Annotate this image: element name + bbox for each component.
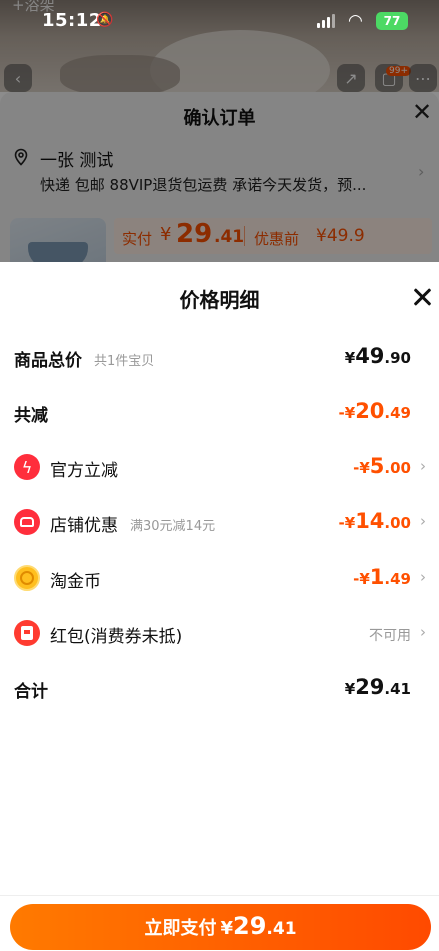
row-amount: -¥20.49	[338, 399, 411, 423]
row-official-discount[interactable]: ϟ 官方立减 -¥5.00 ›	[0, 448, 439, 488]
row-taobao-coin[interactable]: 淘金币 -¥1.49 ›	[0, 559, 439, 599]
row-total-goods: 商品总价 共1件宝贝 ¥49.90	[0, 338, 439, 378]
pay-bar: 立即支付 ¥ 29 .41	[0, 895, 439, 951]
row-status: 不可用	[369, 628, 411, 644]
pay-button-currency: ¥	[220, 918, 233, 939]
pay-button-dec: .41	[266, 919, 297, 939]
chevron-right-icon: ›	[420, 568, 426, 586]
price-detail-sheet: 价格明细 商品总价 共1件宝贝 ¥49.90 共减 -¥20.49 ϟ 官方立减…	[0, 262, 439, 951]
row-amount: ¥29.41	[344, 675, 411, 699]
row-label: 共减	[14, 406, 48, 426]
mute-bell-icon: 🔕	[96, 12, 114, 28]
red-packet-icon	[14, 620, 40, 646]
battery-icon: 77	[376, 12, 408, 30]
row-label: 红包(消费券未抵)	[50, 627, 183, 647]
row-sum: 合计 ¥29.41	[0, 669, 439, 709]
coin-icon	[14, 565, 40, 591]
pay-now-button[interactable]: 立即支付 ¥ 29 .41	[10, 904, 431, 950]
wifi-icon: ◠	[348, 11, 363, 31]
chevron-right-icon: ›	[420, 623, 426, 641]
row-hint: 共1件宝贝	[94, 354, 155, 369]
row-amount: ¥49.90	[344, 344, 411, 368]
row-label: 商品总价	[14, 351, 82, 371]
row-amount: -¥14.00	[338, 509, 411, 533]
row-shop-discount[interactable]: 店铺优惠 满30元减14元 -¥14.00 ›	[0, 503, 439, 543]
row-total-reduce: 共减 -¥20.49	[0, 393, 439, 433]
pay-button-label: 立即支付	[144, 918, 217, 939]
chevron-right-icon: ›	[420, 457, 426, 475]
signal-icon	[317, 14, 337, 28]
row-label: 店铺优惠	[50, 516, 118, 536]
sheet-title: 价格明细	[179, 288, 260, 312]
row-amount: -¥1.49	[353, 565, 411, 589]
shop-icon	[14, 509, 40, 535]
row-hint: 满30元减14元	[130, 519, 216, 534]
chevron-right-icon: ›	[420, 512, 426, 530]
row-label: 淘金币	[50, 572, 101, 592]
lightning-icon: ϟ	[14, 454, 40, 480]
pay-button-int: 29	[233, 912, 267, 940]
row-label: 官方立减	[50, 461, 118, 481]
close-icon[interactable]	[411, 286, 433, 308]
row-label: 合计	[14, 682, 48, 702]
status-bar: 15:12 🔕 ◠ 77	[0, 0, 439, 44]
row-red-packet[interactable]: 红包(消费券未抵) 不可用 ›	[0, 614, 439, 654]
status-time: 15:12	[42, 10, 102, 31]
row-amount: -¥5.00	[353, 454, 411, 478]
